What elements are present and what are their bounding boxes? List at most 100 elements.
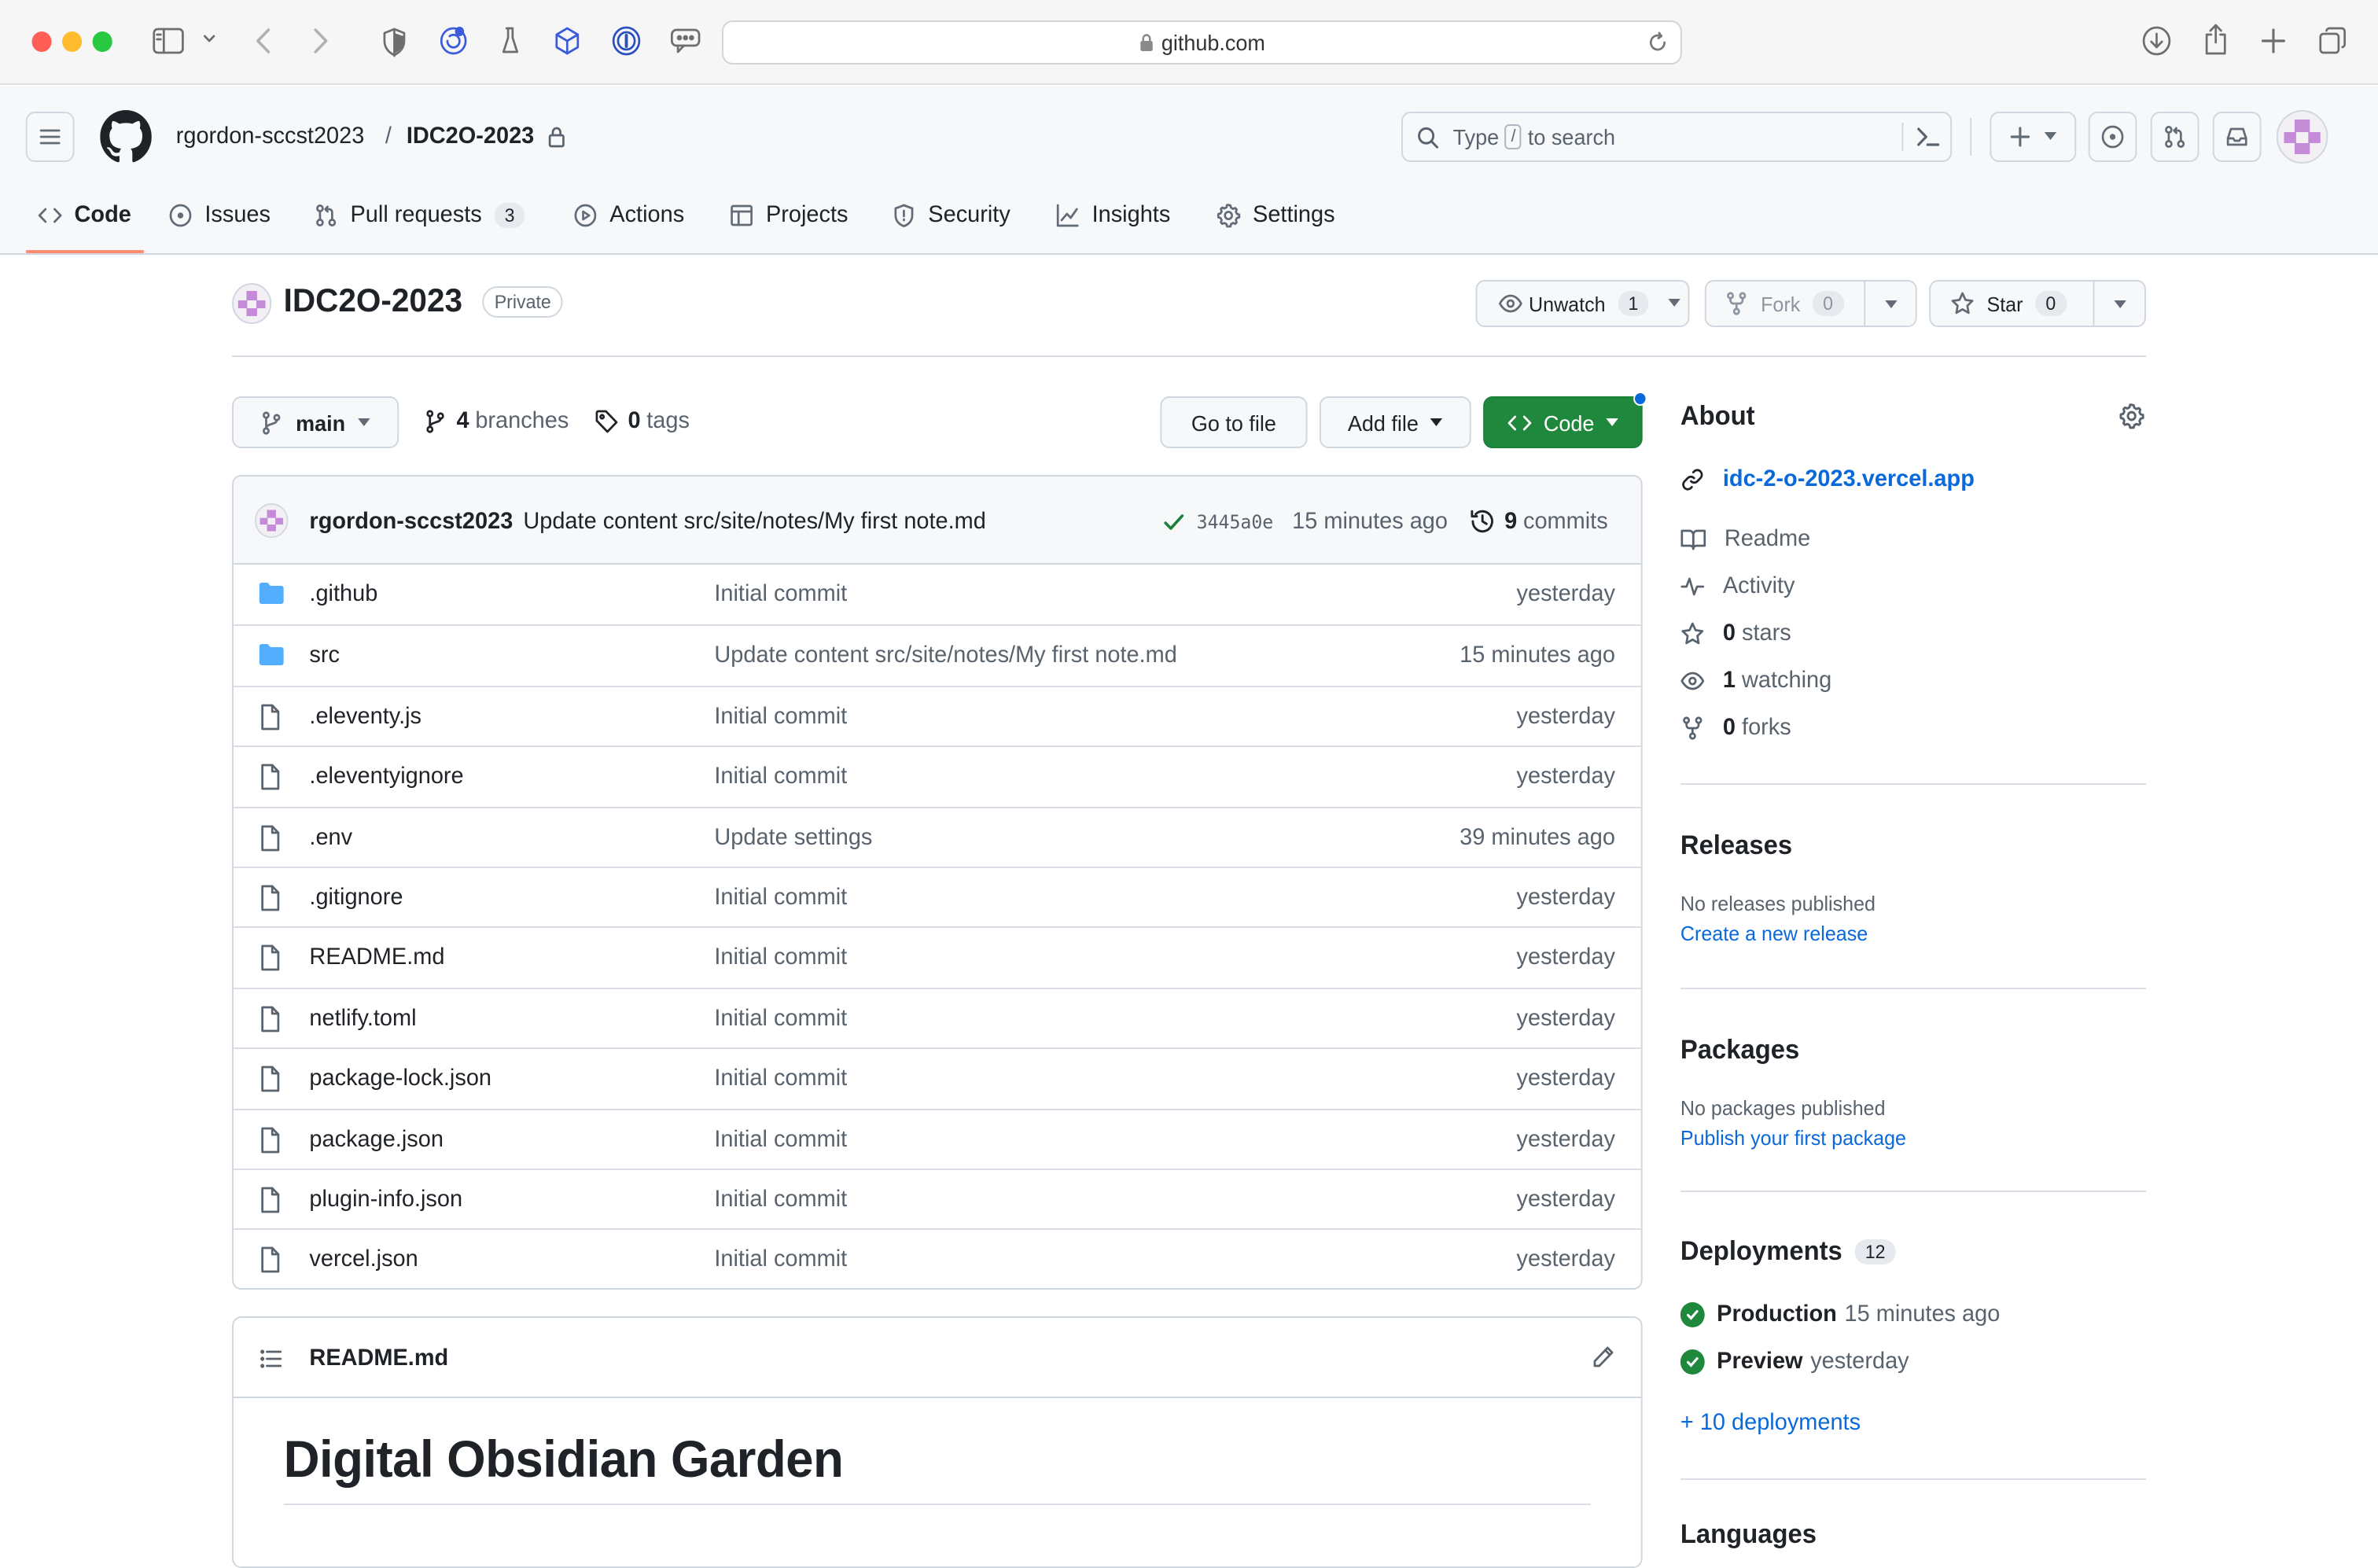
file-row[interactable]: .eleventy.js Initial commit yesterday [234,685,1641,746]
watching-link[interactable]: 1 watching [1680,667,1831,694]
tags-link[interactable]: 0 tags [594,407,690,434]
fork-button[interactable]: Fork 0 [1704,280,1917,327]
file-row[interactable]: package-lock.json Initial commit yesterday [234,1047,1641,1108]
star-button[interactable]: Star 0 [1929,280,2146,327]
commit-message[interactable]: Update content src/site/notes/My first n… [523,508,985,535]
file-commit-message[interactable]: Initial commit [714,1125,847,1152]
create-release-link[interactable]: Create a new release [1680,922,1868,945]
close-window-button[interactable] [31,31,52,52]
tab-issues[interactable]: Issues [168,201,271,228]
file-commit-message[interactable]: Update content src/site/notes/My first n… [714,642,1176,669]
new-tab-icon[interactable] [2260,27,2288,55]
file-name[interactable]: vercel.json [309,1246,418,1273]
file-commit-message[interactable]: Initial commit [714,1246,847,1273]
check-icon[interactable] [1161,510,1186,535]
file-name[interactable]: README.md [309,944,444,971]
file-commit-message[interactable]: Initial commit [714,580,847,607]
tab-overview-icon[interactable] [2317,25,2348,57]
forward-arrow-icon[interactable] [309,27,330,55]
repo-name[interactable]: IDC2O-2023 [284,283,462,321]
sidebar-toggle-icon[interactable] [152,27,185,55]
file-name[interactable]: package.json [309,1125,444,1152]
readme-link[interactable]: Readme [1680,525,1810,552]
search-input[interactable]: Type / to search [1401,112,1953,162]
extension-chat-icon[interactable] [669,27,702,55]
file-row[interactable]: .env Update settings 39 minutes ago [234,806,1641,867]
publish-package-link[interactable]: Publish your first package [1680,1126,1906,1150]
packages-title[interactable]: Packages [1680,1035,1799,1066]
more-deployments-link[interactable]: + 10 deployments [1680,1409,1861,1436]
file-name[interactable]: .github [309,580,377,607]
commit-author[interactable]: rgordon-sccst2023 [309,508,513,535]
file-name[interactable]: .env [309,823,352,850]
file-commit-message[interactable]: Initial commit [714,944,847,971]
reload-icon[interactable] [1647,31,1668,53]
file-name[interactable]: netlify.toml [309,1004,416,1031]
repo-owner-avatar[interactable] [232,283,272,324]
file-commit-message[interactable]: Initial commit [714,1065,847,1091]
create-new-button[interactable] [1990,112,2077,162]
file-commit-message[interactable]: Initial commit [714,703,847,730]
file-name[interactable]: package-lock.json [309,1065,491,1091]
deployment-preview[interactable]: Preview yesterday [1680,1348,1909,1375]
file-row[interactable]: src Update content src/site/notes/My firs… [234,624,1641,686]
commit-sha[interactable]: 3445a0e [1197,511,1274,533]
file-name[interactable]: .eleventyignore [309,763,463,790]
forks-link[interactable]: 0 forks [1680,714,1791,741]
tab-projects[interactable]: Projects [730,201,848,228]
file-row[interactable]: package.json Initial commit yesterday [234,1108,1641,1169]
back-arrow-icon[interactable] [253,27,274,55]
code-button[interactable]: Code [1483,396,1643,448]
file-name[interactable]: plugin-info.json [309,1186,462,1213]
gear-icon[interactable] [2118,403,2144,429]
branch-select-button[interactable]: main [232,396,399,448]
pencil-icon[interactable] [1591,1345,1615,1370]
password-manager-icon[interactable] [611,25,642,57]
file-row[interactable]: .github Initial commit yesterday [234,565,1641,625]
deployments-header[interactable]: Deployments 12 [1680,1236,1896,1268]
extension-flask-icon[interactable] [499,25,524,57]
file-row[interactable]: netlify.toml Initial commit yesterday [234,987,1641,1047]
file-commit-message[interactable]: Initial commit [714,763,847,790]
commits-link[interactable]: 9 commits [1470,508,1608,535]
branches-link[interactable]: 4 branches [423,407,569,434]
releases-title[interactable]: Releases [1680,830,1792,862]
breadcrumb-owner[interactable]: rgordon-sccst2023 [176,123,365,149]
file-commit-message[interactable]: Update settings [714,823,872,850]
deployment-production[interactable]: Production 15 minutes ago [1680,1301,2000,1327]
downloads-icon[interactable] [2141,25,2172,57]
tab-settings[interactable]: Settings [1217,201,1335,228]
tab-actions[interactable]: Actions [573,201,684,228]
github-logo-icon[interactable] [100,110,152,164]
minimize-window-button[interactable] [62,31,83,52]
tab-code[interactable]: Code [38,201,131,228]
commit-author-avatar[interactable] [255,503,289,538]
file-name[interactable]: .eleventy.js [309,703,421,730]
tab-pull-requests[interactable]: Pull requests 3 [314,201,526,228]
readme-filename[interactable]: README.md [309,1345,448,1371]
file-name[interactable]: .gitignore [309,884,403,911]
unwatch-button[interactable]: Unwatch 1 [1475,280,1690,327]
file-commit-message[interactable]: Initial commit [714,884,847,911]
menu-button[interactable] [25,112,75,162]
add-file-button[interactable]: Add file [1319,396,1471,448]
inbox-button[interactable] [2212,112,2262,162]
website-link[interactable]: idc-2-o-2023.vercel.app [1680,466,1975,492]
pull-requests-button[interactable] [2150,112,2199,162]
share-icon[interactable] [2202,22,2229,57]
issues-button[interactable] [2088,112,2137,162]
file-row[interactable]: plugin-info.json Initial commit yesterday [234,1168,1641,1229]
chevron-down-icon[interactable] [202,33,217,46]
file-row[interactable]: .eleventyignore Initial commit yesterday [234,745,1641,806]
avatar[interactable] [2276,110,2328,164]
tab-insights[interactable]: Insights [1055,201,1170,228]
breadcrumb-repo[interactable]: IDC2O-2023 [407,123,534,149]
list-unordered-icon[interactable] [260,1346,284,1371]
address-bar[interactable]: github.com [722,20,1682,64]
file-row[interactable]: README.md Initial commit yesterday [234,926,1641,988]
file-commit-message[interactable]: Initial commit [714,1004,847,1031]
file-commit-message[interactable]: Initial commit [714,1186,847,1213]
command-palette-icon[interactable] [1916,126,1940,148]
tab-security[interactable]: Security [892,201,1010,228]
zoom-window-button[interactable] [92,31,112,52]
